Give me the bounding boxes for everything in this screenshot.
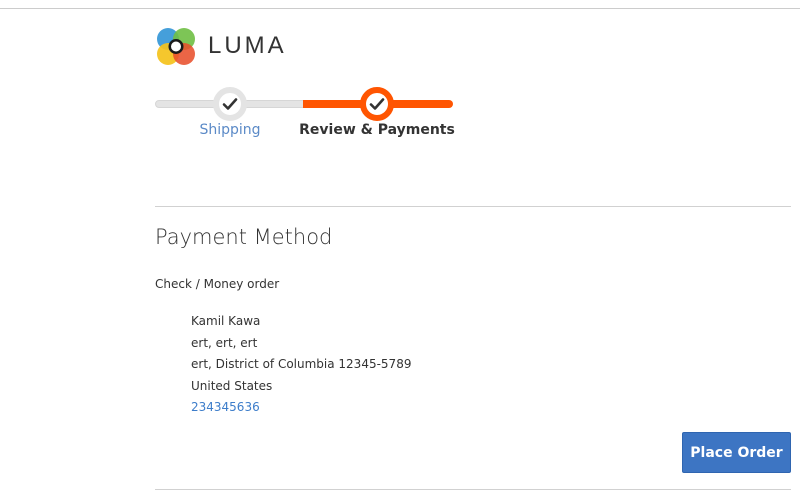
address-city-region-zip: ert, District of Columbia 12345-5789 bbox=[191, 357, 412, 371]
address-phone-link[interactable]: 234345636 bbox=[191, 397, 411, 419]
checkout-progress-bar: Shipping Review & Payments bbox=[155, 87, 455, 147]
checkmark-icon bbox=[369, 98, 385, 110]
address-name: Kamil Kawa bbox=[191, 314, 261, 328]
step-shipping-indicator[interactable] bbox=[213, 87, 247, 121]
address-street: ert, ert, ert bbox=[191, 335, 258, 350]
checkmark-icon bbox=[222, 98, 238, 110]
payment-method-label: Check / Money order bbox=[155, 277, 280, 291]
step-review-label: Review & Payments bbox=[299, 122, 455, 138]
brand-name: LUMA bbox=[208, 32, 287, 59]
address-country: United States bbox=[191, 378, 273, 393]
section-divider bbox=[155, 206, 791, 207]
payment-method-title: Payment Method bbox=[155, 225, 333, 249]
place-order-button[interactable]: Place Order bbox=[682, 432, 791, 473]
luma-logo-link[interactable]: LUMA bbox=[155, 25, 287, 67]
luma-logo-icon bbox=[157, 28, 195, 65]
payment-method-option[interactable]: Check / Money order bbox=[155, 277, 279, 291]
section-divider-bottom bbox=[155, 489, 791, 490]
billing-address: Kamil Kawa ert, ert, ert ert, District o… bbox=[191, 311, 411, 419]
top-border bbox=[0, 8, 800, 9]
step-shipping-link[interactable]: Shipping bbox=[199, 122, 260, 138]
step-review-indicator bbox=[360, 87, 394, 121]
